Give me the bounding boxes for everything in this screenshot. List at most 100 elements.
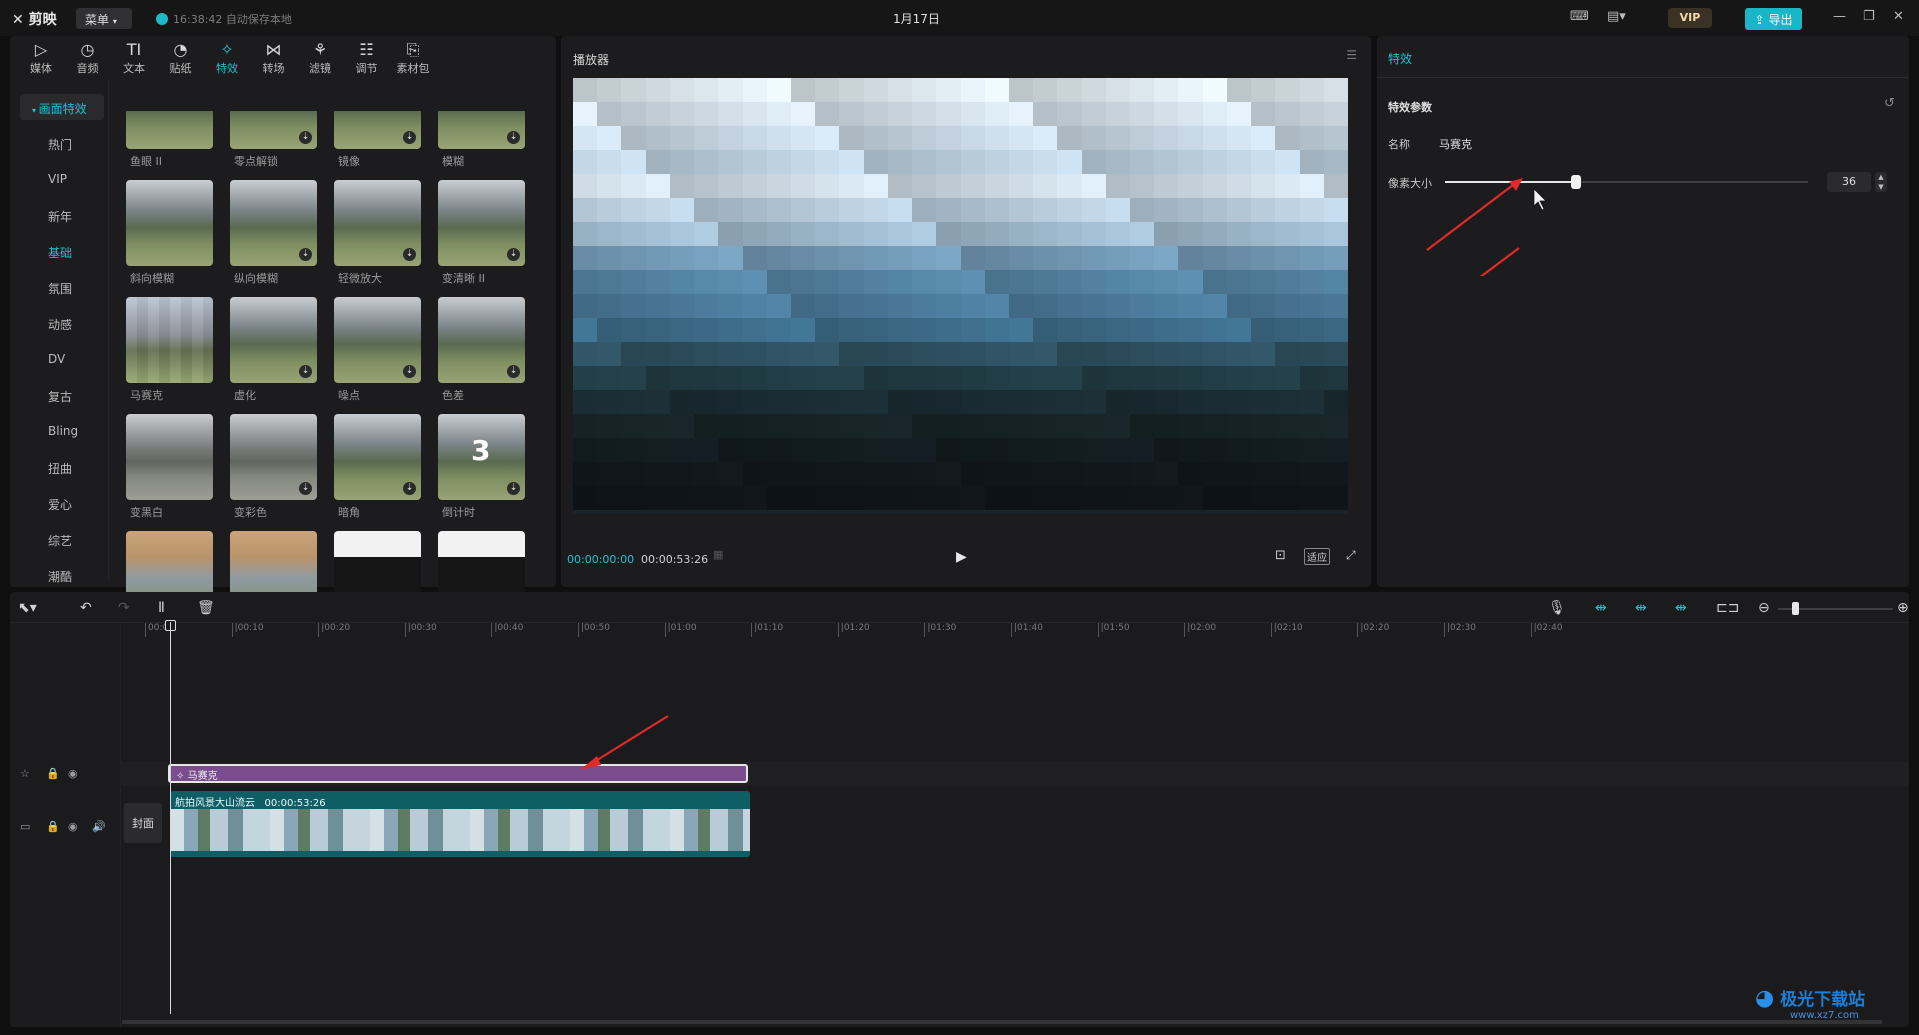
video-preview[interactable] — [573, 78, 1348, 514]
download-icon[interactable]: ⇣ — [299, 365, 312, 378]
category-8[interactable]: 复古 — [20, 382, 104, 408]
effect-clip-label: 马赛克 — [187, 771, 218, 782]
menu-button[interactable]: 菜单 ▾ — [76, 8, 132, 29]
menu-icon[interactable]: ☰ — [1346, 48, 1357, 62]
effect-tile[interactable]: ⇣ — [334, 414, 421, 500]
restore-icon[interactable]: ❐ — [1863, 9, 1875, 24]
download-icon[interactable]: ⇣ — [507, 365, 520, 378]
grid-icon[interactable]: ▦ — [713, 548, 723, 561]
export-button[interactable]: ⇪ 导出 — [1745, 8, 1802, 30]
zoom-in-icon[interactable]: ⊕ — [1897, 600, 1909, 616]
layout-icon[interactable]: ▤▾ — [1607, 9, 1626, 24]
audio-icon[interactable]: 🔊 — [92, 820, 106, 833]
category-label: Bling — [48, 424, 79, 438]
split-align-icon[interactable]: ⊏⊐ — [1716, 600, 1739, 616]
download-icon[interactable]: ⇣ — [403, 248, 416, 261]
tab-package[interactable]: ⎘ 素材包 — [386, 40, 440, 80]
category-1[interactable]: 热门 — [20, 130, 104, 156]
effect-tile[interactable]: ⇣ — [230, 414, 317, 500]
cover-button[interactable]: 封面 — [124, 803, 162, 843]
video-track-icon: ▭ — [20, 820, 31, 833]
download-icon[interactable]: ⇣ — [507, 248, 520, 261]
effect-label: 噪点 — [338, 389, 360, 402]
close-icon[interactable]: ✕ — [1893, 9, 1904, 24]
effect-tile[interactable]: ⇣ — [438, 180, 525, 266]
download-icon[interactable]: ⇣ — [299, 131, 312, 144]
effect-tile[interactable]: 3 ⇣ — [438, 414, 525, 500]
horizontal-scrollbar[interactable] — [122, 1020, 1882, 1024]
category-7[interactable]: DV — [20, 346, 104, 372]
mosaic-row — [573, 438, 1348, 462]
undo-icon[interactable]: ↶ — [80, 600, 92, 616]
category-2[interactable]: VIP — [20, 166, 104, 192]
video-clip[interactable]: 航拍风景大山流云 00:00:53:26 — [170, 791, 750, 857]
project-title[interactable]: 1月17日 — [893, 10, 940, 27]
category-label: 热门 — [48, 138, 73, 152]
download-icon[interactable]: ⇣ — [299, 482, 312, 495]
zoom-handle[interactable] — [1792, 602, 1799, 615]
effect-tile[interactable]: ⇣ — [438, 111, 525, 149]
annotation-arrow — [580, 715, 669, 770]
effect-tile[interactable] — [126, 297, 213, 383]
snap-icon[interactable]: ⇹ — [1635, 600, 1647, 616]
download-icon[interactable]: ⇣ — [507, 482, 520, 495]
effect-tile[interactable] — [126, 111, 213, 149]
lock-icon[interactable]: 🔒 — [46, 820, 60, 833]
keyboard-icon[interactable]: ⌨ — [1570, 9, 1589, 24]
play-icon[interactable]: ▶ — [956, 549, 967, 565]
effect-tile[interactable]: ⇣ — [334, 180, 421, 266]
effect-tile[interactable] — [126, 414, 213, 500]
eye-icon[interactable]: ◉ — [68, 820, 78, 833]
category-label: 基础 — [48, 246, 73, 260]
effect-label: 暗角 — [338, 506, 360, 519]
lock-icon[interactable]: 🔒 — [46, 767, 60, 780]
category-3[interactable]: 新年 — [20, 202, 104, 228]
microphone-icon[interactable]: 🎙 — [1548, 600, 1566, 616]
select-tool-icon[interactable]: ⬉▾ — [18, 600, 37, 616]
category-label: 画面特效 — [38, 102, 87, 116]
category-9[interactable]: Bling — [20, 418, 104, 444]
fullscreen-icon[interactable]: ⤢ — [1346, 548, 1356, 563]
eye-icon[interactable]: ◉ — [68, 767, 78, 780]
preview-axis-icon[interactable]: ⇹ — [1675, 600, 1687, 616]
effect-tile[interactable]: ⇣ — [230, 180, 317, 266]
effect-label: 镜像 — [338, 155, 360, 168]
watermark-logo: ◕ 极光下载站 — [1755, 985, 1865, 1011]
download-icon[interactable]: ⇣ — [403, 131, 416, 144]
category-6[interactable]: 动感 — [20, 310, 104, 336]
category-11[interactable]: 爱心 — [20, 490, 104, 516]
vip-badge[interactable]: VIP — [1668, 8, 1712, 28]
zoom-out-icon[interactable]: ⊖ — [1758, 600, 1770, 616]
tab-label: 媒体 — [30, 62, 52, 75]
effect-tile[interactable]: ⇣ — [230, 297, 317, 383]
category-10[interactable]: 扭曲 — [20, 454, 104, 480]
fit-ratio-button[interactable]: 适应 — [1304, 548, 1330, 565]
effect-label: 虚化 — [234, 389, 256, 402]
effect-tile[interactable]: ⇣ — [334, 111, 421, 149]
minimize-icon[interactable]: — — [1833, 9, 1846, 24]
category-5[interactable]: 氛围 — [20, 274, 104, 300]
effect-tile[interactable]: ⇣ — [230, 111, 317, 149]
download-icon[interactable]: ⇣ — [299, 248, 312, 261]
download-icon[interactable]: ⇣ — [507, 131, 520, 144]
category-12[interactable]: 综艺 — [20, 526, 104, 552]
effect-tile[interactable]: ⇣ — [334, 297, 421, 383]
delete-icon[interactable]: 🗑 — [197, 600, 215, 616]
player-title: 播放器 — [573, 53, 610, 67]
redo-icon[interactable]: ↷ — [118, 600, 130, 616]
category-13[interactable]: 潮酷 — [20, 562, 104, 588]
download-icon[interactable]: ⇣ — [403, 365, 416, 378]
playhead[interactable] — [170, 622, 171, 1014]
download-icon[interactable]: ⇣ — [403, 482, 416, 495]
autosave-status: 16:38:42 自动保存本地 — [156, 11, 292, 27]
category-4[interactable]: 基础 — [20, 238, 104, 264]
watermark-title: 极光下载站 — [1780, 990, 1866, 1010]
split-icon[interactable]: Ⅱ — [158, 600, 165, 616]
link-main-track-icon[interactable]: ⇹ — [1595, 600, 1607, 616]
annotation-arrow — [1426, 178, 1547, 276]
effect-tile[interactable] — [126, 180, 213, 266]
category-0[interactable]: ▾ 画面特效 — [20, 94, 104, 120]
video-clip-label: 航拍风景大山流云 00:00:53:26 — [175, 794, 326, 809]
screenshot-icon[interactable]: ⊡ — [1275, 548, 1286, 563]
effect-tile[interactable]: ⇣ — [438, 297, 525, 383]
